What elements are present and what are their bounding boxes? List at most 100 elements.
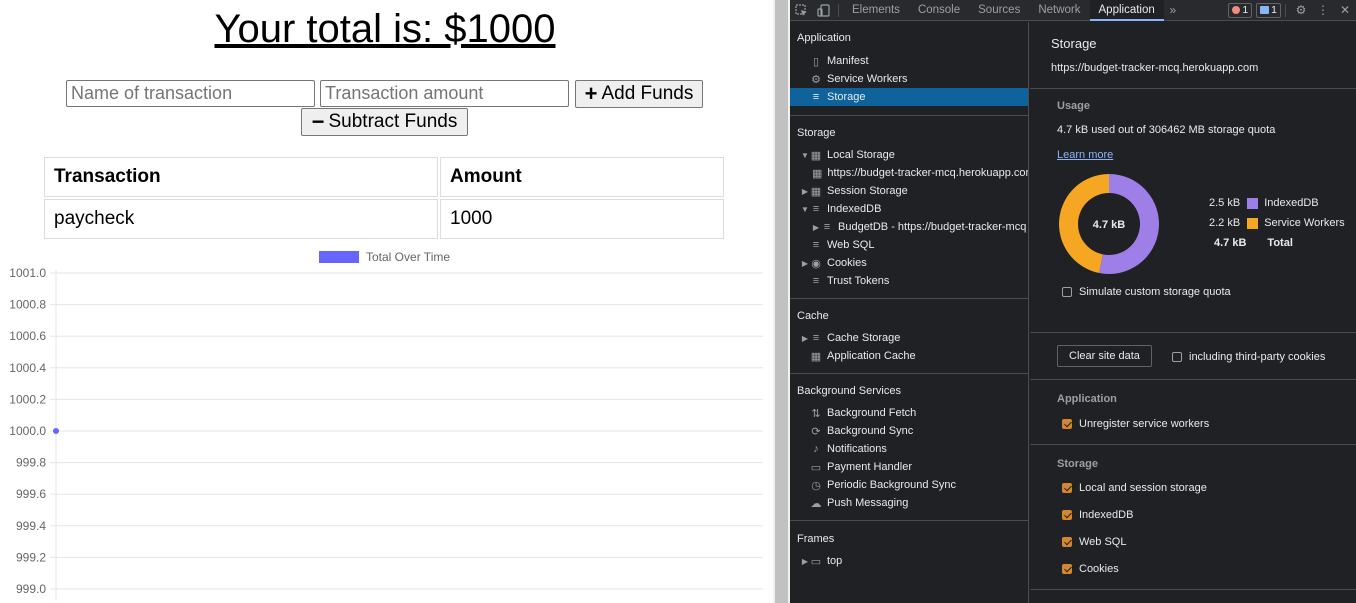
transaction-amount-input[interactable] [320,80,569,107]
collapsed-arrow-icon[interactable]: ▶ [800,334,810,343]
sidebar-item-label: Cache Storage [827,332,901,344]
data-point [53,428,59,434]
sidebar-item-cookies[interactable]: ▶ ◉ Cookies [790,254,1028,272]
transaction-name-input[interactable] [66,80,315,107]
sidebar-item-background-fetch[interactable]: ⇅ Background Fetch [790,404,1028,422]
sidebar-item-notifications[interactable]: ♪ Notifications [790,440,1028,458]
sidebar-item-payment-handler[interactable]: ▭ Payment Handler [790,458,1028,476]
collapsed-arrow-icon[interactable]: ▶ [800,259,810,268]
sidebar-divider [790,298,1028,299]
expanded-arrow-icon[interactable]: ▼ [800,205,810,214]
third-party-cookies-checkbox[interactable]: including third-party cookies [1172,351,1325,363]
database-icon: ≡ [812,91,820,103]
checkbox-checked[interactable] [1062,564,1072,574]
sync-icon: ⟳ [811,425,821,438]
transaction-column-header: Transaction [44,157,438,197]
pane-title: Storage [1051,36,1097,51]
subtract-funds-button[interactable]: − Subtract Funds [301,108,468,136]
legend-swatch-indexeddb [1247,197,1259,209]
sidebar-item-periodic-background-sync[interactable]: ◷ Periodic Background Sync [790,476,1028,494]
database-icon: ≡ [812,239,820,251]
database-icon: ≡ [812,275,820,287]
y-tick-label: 1000.0 [9,424,46,438]
tab-sources[interactable]: Sources [969,0,1029,21]
more-options-icon[interactable]: ⋮ [1312,0,1334,21]
add-funds-button[interactable]: + Add Funds [575,80,703,108]
sidebar-header-cache: Cache [797,310,829,322]
sidebar-item-frame-top[interactable]: ▶ ▭ top [790,552,1028,570]
scrollbar-thumb[interactable] [775,0,788,603]
local-session-storage-checkbox[interactable]: Local and session storage [1062,482,1207,494]
cookies-checkbox[interactable]: Cookies [1062,563,1119,575]
application-section-header: Application [1057,393,1117,405]
clear-site-data-button[interactable]: Clear site data [1057,345,1152,367]
sidebar-item-application-cache[interactable]: ▦ Application Cache [790,347,1028,365]
checkbox-checked[interactable] [1062,510,1072,520]
indexeddb-checkbox[interactable]: IndexedDB [1062,509,1133,521]
sidebar-item-service-workers[interactable]: ⚙ Service Workers [790,70,1028,88]
sidebar-item-session-storage[interactable]: ▶ ▦ Session Storage [790,182,1028,200]
checkbox-label: IndexedDB [1079,509,1134,521]
collapsed-arrow-icon[interactable]: ▶ [800,557,810,566]
sidebar-item-local-storage-origin[interactable]: ▦ https://budget-tracker-mcq.herokuapp.co… [790,164,1028,182]
sidebar-header-application: Application [797,32,851,44]
page-scrollbar[interactable] [773,0,790,603]
pane-divider [1030,379,1356,380]
screen: Your total is: $1000 + Add Funds − Subtr… [0,0,1356,603]
sidebar-item-storage[interactable]: ≡ Storage [790,88,1028,106]
sidebar-item-indexeddb[interactable]: ▼ ≡ IndexedDB [790,200,1028,218]
checkbox-checked[interactable] [1062,483,1072,493]
usage-text: 4.7 kB used out of 306462 MB storage quo… [1057,124,1276,136]
checkbox-checked[interactable] [1062,419,1072,429]
learn-more-link[interactable]: Learn more [1057,149,1113,161]
tab-network[interactable]: Network [1029,0,1089,21]
devtools-panel: Elements Console Sources Network Applica… [790,0,1356,603]
subtract-funds-label: Subtract Funds [328,111,458,132]
checkbox-unchecked[interactable] [1062,287,1072,297]
settings-gear-icon[interactable]: ⚙ [1290,0,1312,21]
sidebar-item-local-storage[interactable]: ▼ ▦ Local Storage [790,146,1028,164]
unregister-service-workers-checkbox[interactable]: Unregister service workers [1062,418,1209,430]
sidebar-item-trust-tokens[interactable]: ≡ Trust Tokens [790,272,1028,290]
more-tabs-icon[interactable]: » [1164,0,1182,21]
tab-application[interactable]: Application [1089,0,1164,21]
total-label: Total [1267,237,1293,249]
sidebar-item-cache-storage[interactable]: ▶ ≡ Cache Storage [790,329,1028,347]
sidebar-item-web-sql[interactable]: ≡ Web SQL [790,236,1028,254]
expanded-arrow-icon[interactable]: ▼ [800,151,810,160]
pane-divider [1030,444,1356,445]
service-workers-size: 2.2 kB [1209,217,1241,229]
third-party-cookies-label: including third-party cookies [1189,351,1326,363]
sidebar-item-budgetdb[interactable]: ▶ ≡ BudgetDB - https://budget-tracker-mcq [790,218,1028,236]
web-sql-checkbox[interactable]: Web SQL [1062,536,1127,548]
message-count-badge[interactable]: 1 [1256,2,1281,18]
sidebar-item-background-sync[interactable]: ⟳ Background Sync [790,422,1028,440]
device-toolbar-icon[interactable] [812,0,834,21]
checkbox-unchecked[interactable] [1172,352,1182,362]
y-tick-label: 999.4 [16,519,46,533]
error-count-badge[interactable]: 1 [1228,2,1253,18]
cookie-icon: ◉ [811,257,821,270]
sidebar-header-storage: Storage [797,127,836,139]
tab-console[interactable]: Console [909,0,969,21]
y-tick-label: 1000.2 [9,392,46,406]
sidebar-item-label: Session Storage [827,185,908,197]
collapsed-arrow-icon[interactable]: ▶ [800,187,810,196]
clock-icon: ◷ [811,479,821,492]
collapsed-arrow-icon[interactable]: ▶ [811,223,821,232]
database-icon: ≡ [812,203,820,215]
checkbox-checked[interactable] [1062,537,1072,547]
tab-elements[interactable]: Elements [843,0,909,21]
sidebar-item-manifest[interactable]: ▯ Manifest [790,52,1028,70]
sidebar-item-push-messaging[interactable]: ☁ Push Messaging [790,494,1028,512]
table-row: paycheck 1000 [44,199,724,239]
table-grid-icon: ▦ [810,185,822,198]
database-icon: ≡ [812,332,820,344]
pane-divider [1030,589,1356,590]
inspect-element-icon[interactable] [790,0,812,21]
simulate-quota-checkbox[interactable]: Simulate custom storage quota [1062,286,1231,298]
y-tick-label: 999.8 [16,456,46,470]
close-devtools-icon[interactable]: ✕ [1334,0,1356,21]
total-heading: Your total is: $1000 [214,7,556,51]
sidebar-item-label: Background Sync [827,425,914,437]
